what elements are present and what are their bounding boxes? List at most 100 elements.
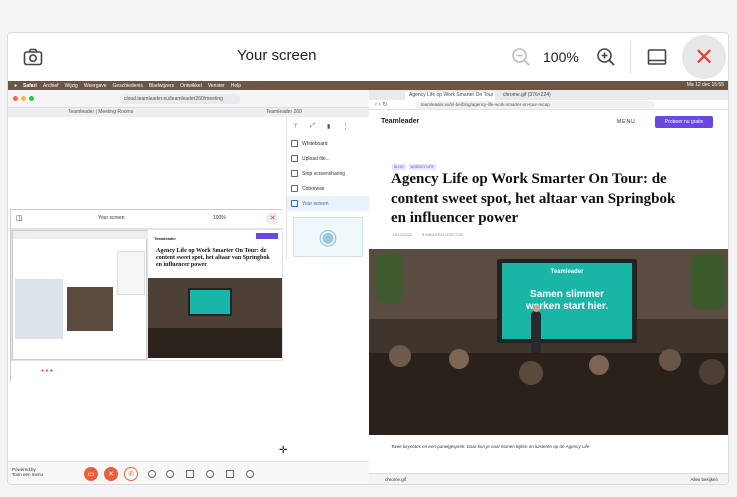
- menu-item: Archief: [42, 82, 59, 89]
- menu-item: Safari: [23, 82, 37, 89]
- mac-menubar: ● Safari Archief Wijzig Weergave Geschie…: [8, 81, 728, 90]
- menu-item: Ontwikkel: [180, 82, 202, 89]
- nested-viewer-toolbar: ◫ Your screen 100% ✕: [11, 210, 283, 228]
- camera-icon[interactable]: [22, 46, 44, 68]
- post-date: 14/12/2022: [392, 232, 413, 237]
- eye-icon: ◉: [293, 217, 363, 257]
- close-icon: ✕: [693, 43, 715, 71]
- audience-head: [389, 345, 411, 367]
- nested-logo: Teamleader: [154, 236, 176, 241]
- hand-icon: [206, 470, 214, 478]
- share-item-label: Upload file...: [302, 155, 330, 162]
- maximize-dot: [29, 96, 34, 101]
- viewer-toolbar: Your screen 100% ✕: [8, 33, 728, 81]
- share-item-cobrowse: Coborwse: [287, 181, 369, 196]
- tab-meeting-rooms: Teamleader | Meeting Rooms: [68, 109, 134, 115]
- audience-head: [659, 349, 681, 371]
- hangup-button: ✆: [124, 467, 138, 481]
- zoom-level: 100%: [543, 49, 579, 65]
- nested-call-icons: ● ● ●: [41, 368, 53, 374]
- audience-head: [519, 361, 543, 385]
- monitor-icon: [291, 200, 298, 207]
- download-show-all: Alles bekijken: [690, 477, 718, 482]
- close-dot: [13, 96, 18, 101]
- audience-head: [449, 349, 469, 369]
- zoom-in-icon[interactable]: [595, 46, 617, 68]
- phone-icon: ✆: [128, 471, 134, 478]
- share-item-upload: Upload file...: [287, 151, 369, 166]
- nested-left-window: [12, 230, 148, 360]
- share-item-stop: Stop screensharing: [287, 166, 369, 181]
- speaker-head: [533, 305, 540, 312]
- download-bar: chrome.gif Alles bekijken: [369, 473, 728, 484]
- nested-photo: [148, 278, 282, 358]
- browser-icon: [291, 185, 298, 192]
- try-free-button: Probeer nu gratis: [655, 116, 713, 128]
- audience-head: [589, 355, 609, 375]
- minimize-dot: [21, 96, 26, 101]
- apple-icon: ●: [14, 82, 18, 89]
- taskbar-label: Powered by Toon een menu: [12, 467, 43, 477]
- right-address-row: ‹ › ↻ teamleader.eu/nl-be/blog/agency-li…: [369, 100, 728, 110]
- shared-screen: ● Safari Archief Wijzig Weergave Geschie…: [8, 81, 728, 484]
- menubar-clock: Ma 12 dec 15:55: [686, 82, 724, 88]
- right-browser-window: Agency Life op Work Smarter On Tour chro…: [369, 90, 728, 484]
- toolbar-divider: [630, 41, 631, 73]
- tab-chrome-gif: chrome.gif (376×224): [503, 92, 551, 98]
- share-item-label: Your screen: [302, 200, 329, 207]
- pencil-icon: [291, 140, 298, 147]
- download-file: chrome.gif: [385, 477, 407, 482]
- screen-share-button: ▭: [84, 467, 98, 481]
- upload-icon: [291, 155, 298, 162]
- chat-icon: [226, 470, 234, 478]
- taskbar-label-line2: Toon een menu: [12, 472, 44, 477]
- nested-left-thumb: [15, 279, 63, 339]
- viewer-title: Your screen: [237, 47, 317, 64]
- site-menu: MENU: [617, 119, 636, 125]
- menu-item: Wijzig: [64, 82, 78, 89]
- event-photo: Teamleader Samen slimmer werken start hi…: [369, 249, 728, 435]
- photo-caption: Twee keynotes en een panelgesprek. Daar …: [391, 444, 591, 449]
- nested-right-window: Teamleader Agency Life op Work Smarter O…: [148, 230, 282, 360]
- mouse-cursor-icon: ✛: [279, 445, 288, 456]
- share-item-whiteboard: Whiteboard: [287, 136, 369, 151]
- menu-item: Help: [230, 82, 242, 89]
- photo-plant: [375, 253, 403, 303]
- left-address-bar: cloud.teamleader.eu/teamleader260/meetin…: [120, 94, 240, 104]
- nested-taskbar: ● ● ●: [11, 361, 283, 383]
- blog-page: Teamleader MENU Probeer nu gratis BLOG A…: [369, 110, 728, 484]
- screen-viewer: Your screen 100% ✕ ● Safari Archief Wijz…: [7, 32, 729, 485]
- nested-projector-screen: [188, 288, 232, 316]
- close-button[interactable]: ✕: [682, 35, 726, 79]
- mic-off-icon: ✕: [108, 471, 114, 478]
- window-controls: [13, 96, 34, 101]
- meeting-room: ⊤ ⤢ ▮ ⋮ Whiteboard Upload file... Stop s…: [8, 117, 369, 484]
- screen-share-icon: ▭: [87, 471, 95, 478]
- record-icon: [166, 470, 174, 478]
- share-item-your-screen: Your screen: [287, 196, 369, 211]
- pin-icon: ⊤: [293, 124, 299, 130]
- nested-left-photo: [67, 287, 113, 331]
- nested-share-menu: [117, 251, 145, 295]
- settings-icon: [148, 470, 156, 478]
- zoom-out-icon[interactable]: [510, 46, 532, 68]
- expand-icon: ⤢: [310, 123, 316, 129]
- tab-teamleader: Teamleader 260: [266, 109, 302, 115]
- right-tab-strip: Agency Life op Work Smarter On Tour chro…: [369, 90, 728, 100]
- share-menu-icons: ⊤ ⤢ ▮ ⋮: [287, 117, 369, 136]
- nested-headline: Agency Life op Work Smarter On Tour: de …: [156, 248, 270, 268]
- meeting-taskbar: Powered by Toon een menu ▭ ✕ ✆: [8, 461, 369, 484]
- projector-screen: Teamleader Samen slimmer werken start hi…: [502, 263, 632, 339]
- share-item-label: Whiteboard: [302, 140, 328, 147]
- mute-button: ✕: [104, 467, 118, 481]
- camera-icon: ◫: [16, 215, 23, 222]
- nested-close-icon: ✕: [266, 212, 279, 225]
- menu-item: Bladwijzers: [148, 82, 175, 89]
- post-read-time: 5 MINUTEN LEESTIJD: [422, 232, 464, 237]
- share-item-label: Coborwse: [302, 185, 325, 192]
- fullscreen-icon[interactable]: [646, 46, 668, 68]
- tab-agency-life: Agency Life op Work Smarter On Tour: [405, 92, 495, 100]
- left-tab-strip: Teamleader | Meeting Rooms Teamleader 26…: [8, 108, 369, 117]
- teamleader-logo: Teamleader: [381, 118, 420, 125]
- left-browser-toolbar: cloud.teamleader.eu/teamleader260/meetin…: [8, 90, 369, 108]
